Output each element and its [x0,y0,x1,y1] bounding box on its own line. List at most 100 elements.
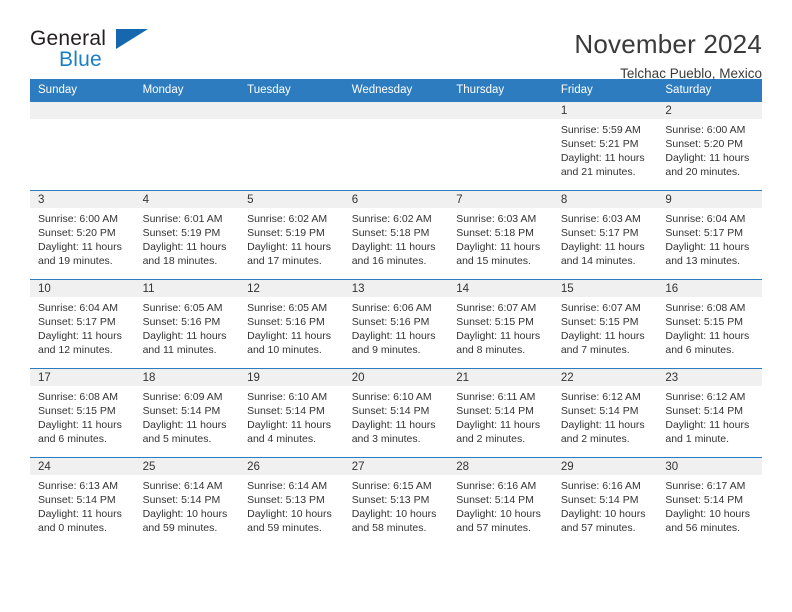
daylight-text: Daylight: 11 hours and 0 minutes. [38,508,122,535]
general-blue-logo[interactable]: General Blue [30,26,148,74]
calendar-day-cell[interactable]: 26 Sunrise: 6:14 AM Sunset: 5:13 PM Dayligh… [239,457,344,547]
calendar-cell-empty [448,101,553,191]
day-details: Sunrise: 5:59 AM Sunset: 5:21 PM Daylight:… [553,119,658,179]
calendar-day-cell[interactable]: 8 Sunrise: 6:03 AM Sunset: 5:17 PM Daylight… [552,190,658,280]
daylight-text: Daylight: 10 hours and 56 minutes. [665,508,751,535]
sunrise-text: Sunrise: 6:04 AM [665,213,746,225]
sunrise-text: Sunrise: 6:02 AM [351,213,432,225]
daylight-text: Daylight: 11 hours and 9 minutes. [351,330,436,357]
calendar-day-cell[interactable]: 29 Sunrise: 6:16 AM Sunset: 5:14 PM Dayligh… [552,457,658,547]
daylight-text: Daylight: 11 hours and 8 minutes. [456,330,541,357]
sunrise-text: Sunrise: 6:10 AM [351,391,432,403]
day-details: Sunrise: 6:13 AM Sunset: 5:14 PM Daylight:… [30,475,135,535]
day-number: 6 [343,191,449,208]
calendar-day-cell[interactable]: 21 Sunrise: 6:11 AM Sunset: 5:14 PM Dayligh… [448,368,553,458]
sunrise-text: Sunrise: 6:07 AM [560,302,641,314]
calendar-day-cell[interactable]: 11 Sunrise: 6:05 AM Sunset: 5:16 PM Dayligh… [134,279,240,369]
sunset-text: Sunset: 5:19 PM [247,227,325,240]
sunset-text: Sunset: 5:21 PM [560,138,639,151]
day-details: Sunrise: 6:02 AM Sunset: 5:19 PM Daylight:… [239,208,344,268]
calendar-day-cell[interactable]: 27 Sunrise: 6:15 AM Sunset: 5:13 PM Dayligh… [343,457,449,547]
calendar-day-cell[interactable]: 22 Sunrise: 6:12 AM Sunset: 5:14 PM Dayligh… [552,368,658,458]
day-number [30,102,135,119]
sunset-text: Sunset: 5:18 PM [351,227,430,240]
day-number: 11 [134,280,240,297]
calendar-day-cell[interactable]: 5 Sunrise: 6:02 AM Sunset: 5:19 PM Daylight… [239,190,344,280]
calendar-day-cell[interactable]: 7 Sunrise: 6:03 AM Sunset: 5:18 PM Daylight… [448,190,553,280]
sunrise-text: Sunrise: 6:04 AM [38,302,118,314]
calendar-day-cell[interactable]: 28 Sunrise: 6:16 AM Sunset: 5:14 PM Dayligh… [448,457,553,547]
daylight-text: Daylight: 11 hours and 2 minutes. [560,419,645,446]
calendar-week-row: 17 Sunrise: 6:08 AM Sunset: 5:15 PM Dayligh… [30,368,762,458]
calendar-day-cell[interactable]: 4 Sunrise: 6:01 AM Sunset: 5:19 PM Daylight… [134,190,240,280]
daylight-text: Daylight: 11 hours and 16 minutes. [351,241,436,268]
sunrise-text: Sunrise: 6:06 AM [351,302,432,314]
calendar-day-cell[interactable]: 1 Sunrise: 5:59 AM Sunset: 5:21 PM Daylight… [552,101,658,191]
page-title: November 2024 [574,29,762,59]
calendar-day-cell[interactable]: 14 Sunrise: 6:07 AM Sunset: 5:15 PM Dayligh… [448,279,553,369]
sunrise-text: Sunrise: 6:09 AM [142,391,223,403]
day-details: Sunrise: 6:07 AM Sunset: 5:15 PM Daylight:… [553,297,658,357]
calendar-day-cell[interactable]: 25 Sunrise: 6:14 AM Sunset: 5:14 PM Dayligh… [134,457,240,547]
calendar-day-cell[interactable]: 9 Sunrise: 6:04 AM Sunset: 5:17 PM Daylight… [657,190,762,280]
calendar-day-cell[interactable]: 24 Sunrise: 6:13 AM Sunset: 5:14 PM Dayligh… [30,457,135,547]
day-number: 29 [552,458,658,475]
sunset-text: Sunset: 5:15 PM [38,405,116,418]
sunrise-text: Sunrise: 6:05 AM [142,302,223,314]
sunrise-text: Sunrise: 6:15 AM [351,480,432,492]
calendar-day-cell[interactable]: 6 Sunrise: 6:02 AM Sunset: 5:18 PM Daylight… [343,190,449,280]
calendar-day-cell[interactable]: 15 Sunrise: 6:07 AM Sunset: 5:15 PM Dayligh… [552,279,658,369]
sunrise-text: Sunrise: 6:00 AM [665,124,746,136]
calendar-day-cell[interactable]: 16 Sunrise: 6:08 AM Sunset: 5:15 PM Dayligh… [657,279,762,369]
day-details: Sunrise: 6:07 AM Sunset: 5:15 PM Daylight:… [448,297,553,357]
sunset-text: Sunset: 5:20 PM [38,227,116,240]
sunrise-text: Sunrise: 6:17 AM [665,480,746,492]
daylight-text: Daylight: 11 hours and 17 minutes. [247,241,331,268]
sunset-text: Sunset: 5:16 PM [351,316,430,329]
calendar-day-cell[interactable]: 13 Sunrise: 6:06 AM Sunset: 5:16 PM Dayligh… [343,279,449,369]
calendar-day-cell[interactable]: 18 Sunrise: 6:09 AM Sunset: 5:14 PM Dayligh… [134,368,240,458]
calendar-day-cell[interactable]: 2 Sunrise: 6:00 AM Sunset: 5:20 PM Daylight… [657,101,762,191]
sunrise-text: Sunrise: 6:16 AM [560,480,641,492]
day-number: 19 [239,369,344,386]
weekday-header-wednesday: Wednesday [343,79,449,102]
day-details: Sunrise: 6:16 AM Sunset: 5:14 PM Daylight:… [448,475,553,535]
daylight-text: Daylight: 11 hours and 6 minutes. [665,330,750,357]
sunset-text: Sunset: 5:17 PM [38,316,116,329]
day-details: Sunrise: 6:04 AM Sunset: 5:17 PM Daylight:… [657,208,762,268]
day-number: 20 [343,369,449,386]
calendar-day-cell[interactable]: 3 Sunrise: 6:00 AM Sunset: 5:20 PM Daylight… [30,190,135,280]
sunrise-text: Sunrise: 6:12 AM [665,391,746,403]
calendar-day-cell[interactable]: 10 Sunrise: 6:04 AM Sunset: 5:17 PM Dayligh… [30,279,135,369]
sunrise-text: Sunrise: 6:16 AM [456,480,537,492]
sunset-text: Sunset: 5:14 PM [142,405,221,418]
daylight-text: Daylight: 11 hours and 2 minutes. [456,419,541,446]
daylight-text: Daylight: 10 hours and 57 minutes. [560,508,646,535]
daylight-text: Daylight: 11 hours and 14 minutes. [560,241,645,268]
sunrise-text: Sunrise: 6:00 AM [38,213,118,225]
calendar-day-cell[interactable]: 20 Sunrise: 6:10 AM Sunset: 5:14 PM Dayligh… [343,368,449,458]
calendar-day-cell[interactable]: 30 Sunrise: 6:17 AM Sunset: 5:14 PM Dayligh… [657,457,762,547]
day-number: 4 [134,191,240,208]
calendar-week-row: 24 Sunrise: 6:13 AM Sunset: 5:14 PM Dayligh… [30,457,762,547]
sunrise-text: Sunrise: 6:12 AM [560,391,641,403]
daylight-text: Daylight: 10 hours and 57 minutes. [456,508,541,535]
day-number: 28 [448,458,553,475]
sunrise-text: Sunrise: 6:14 AM [247,480,328,492]
day-number: 27 [343,458,449,475]
day-details: Sunrise: 6:00 AM Sunset: 5:20 PM Daylight:… [30,208,135,268]
sunset-text: Sunset: 5:17 PM [665,227,744,240]
sunset-text: Sunset: 5:15 PM [665,316,744,329]
daylight-text: Daylight: 11 hours and 13 minutes. [665,241,750,268]
calendar-day-cell[interactable]: 19 Sunrise: 6:10 AM Sunset: 5:14 PM Dayligh… [239,368,344,458]
day-number: 18 [134,369,240,386]
day-details: Sunrise: 6:06 AM Sunset: 5:16 PM Daylight:… [344,297,449,357]
calendar-day-cell[interactable]: 17 Sunrise: 6:08 AM Sunset: 5:15 PM Dayligh… [30,368,135,458]
calendar-day-cell[interactable]: 12 Sunrise: 6:05 AM Sunset: 5:16 PM Dayligh… [239,279,344,369]
sunrise-text: Sunrise: 6:08 AM [665,302,746,314]
sunset-text: Sunset: 5:14 PM [456,494,534,507]
daylight-text: Daylight: 11 hours and 12 minutes. [38,330,122,357]
day-number [343,102,449,119]
calendar-day-cell[interactable]: 23 Sunrise: 6:12 AM Sunset: 5:14 PM Dayligh… [657,368,762,458]
day-details: Sunrise: 6:02 AM Sunset: 5:18 PM Daylight:… [344,208,449,268]
